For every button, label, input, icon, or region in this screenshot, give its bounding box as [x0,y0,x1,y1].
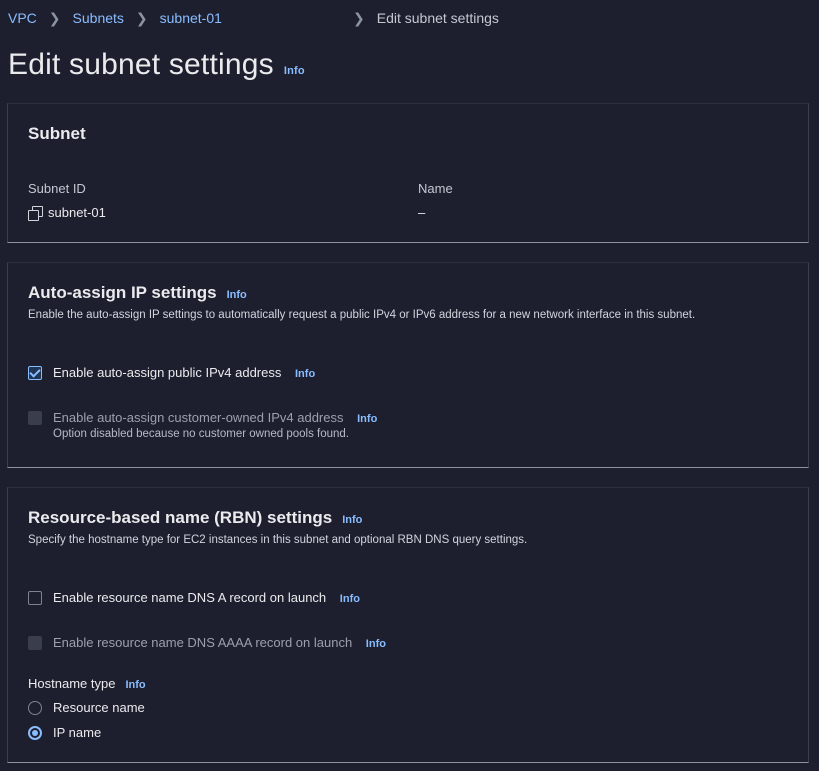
radio-ip-name-row[interactable]: IP name [28,725,101,740]
breadcrumb-vpc[interactable]: VPC [8,10,37,26]
rbn-header-text: Resource-based name (RBN) settings [28,508,333,527]
rbn-header: Resource-based name (RBN) settings Info [28,508,362,528]
chevron-right-icon: ❯ [48,9,61,26]
auto-assign-header: Auto-assign IP settings Info [28,283,247,303]
dns-a-info-link[interactable]: Info [340,593,360,605]
rbn-info-link[interactable]: Info [342,514,362,526]
breadcrumb-subnets[interactable]: Subnets [73,10,124,26]
auto-assign-info-link[interactable]: Info [227,289,247,301]
radio-resource-name-label: Resource name [53,700,145,715]
radio-ip-name-label: IP name [53,725,102,740]
auto-assign-header-text: Auto-assign IP settings [28,283,217,302]
hostname-type-label: Hostname type Info [28,676,146,691]
copy-icon[interactable] [28,205,43,221]
enable-customer-owned-info-link[interactable]: Info [357,413,377,425]
enable-public-ipv4-row[interactable]: Enable auto-assign public IPv4 address I… [28,365,315,380]
breadcrumb-current: ❯ Edit subnet settings [353,10,499,27]
auto-assign-description: Enable the auto-assign IP settings to au… [28,309,696,321]
breadcrumb-subnet-01[interactable]: subnet-01 [160,10,222,26]
subnet-id-value: subnet-01 [28,205,106,221]
auto-assign-card: Auto-assign IP settings Info Enable the … [7,262,809,468]
subnet-card: Subnet Subnet ID subnet-01 Name – [7,103,809,243]
chevron-right-icon: ❯ [353,9,365,26]
breadcrumb: VPC ❯ Subnets ❯ subnet-01 ❯ Edit subnet s… [8,9,499,27]
name-value: – [418,205,426,220]
dns-a-row[interactable]: Enable resource name DNS A record on lau… [28,590,360,605]
dns-aaaa-info-link[interactable]: Info [366,638,386,650]
dns-a-checkbox[interactable] [28,591,42,605]
enable-public-ipv4-info-link[interactable]: Info [295,368,315,380]
rbn-description: Specify the hostname type for EC2 instan… [28,534,528,546]
hostname-type-info-link[interactable]: Info [125,679,145,691]
enable-public-ipv4-checkbox[interactable] [28,366,42,380]
subnet-header: Subnet [28,124,86,143]
chevron-right-icon: ❯ [135,9,148,26]
name-label: Name [418,181,453,196]
rbn-card: Resource-based name (RBN) settings Info … [7,487,809,763]
subnet-id-text: subnet-01 [48,205,106,220]
radio-resource-name[interactable] [28,700,42,715]
dns-a-label: Enable resource name DNS A record on lau… [53,590,327,605]
dns-aaaa-checkbox [28,636,42,650]
radio-ip-name[interactable] [28,725,42,740]
breadcrumb-current-label: Edit subnet settings [376,9,499,26]
enable-customer-owned-checkbox [28,411,42,425]
dns-aaaa-row: Enable resource name DNS AAAA record on … [28,635,386,650]
enable-public-ipv4-label: Enable auto-assign public IPv4 address [53,365,282,380]
page-title-text: Edit subnet settings [8,48,274,81]
radio-resource-name-row[interactable]: Resource name [28,700,145,715]
dns-aaaa-label: Enable resource name DNS AAAA record on … [53,635,353,650]
enable-customer-owned-label: Enable auto-assign customer-owned IPv4 a… [53,410,344,425]
page-title: Edit subnet settings Info [8,48,305,82]
enable-customer-owned-row: Enable auto-assign customer-owned IPv4 a… [28,410,377,440]
page-info-link[interactable]: Info [284,65,305,77]
subnet-id-label: Subnet ID [28,181,86,196]
enable-customer-owned-sub: Option disabled because no customer owne… [53,428,350,440]
hostname-type-label-text: Hostname type [28,676,116,691]
